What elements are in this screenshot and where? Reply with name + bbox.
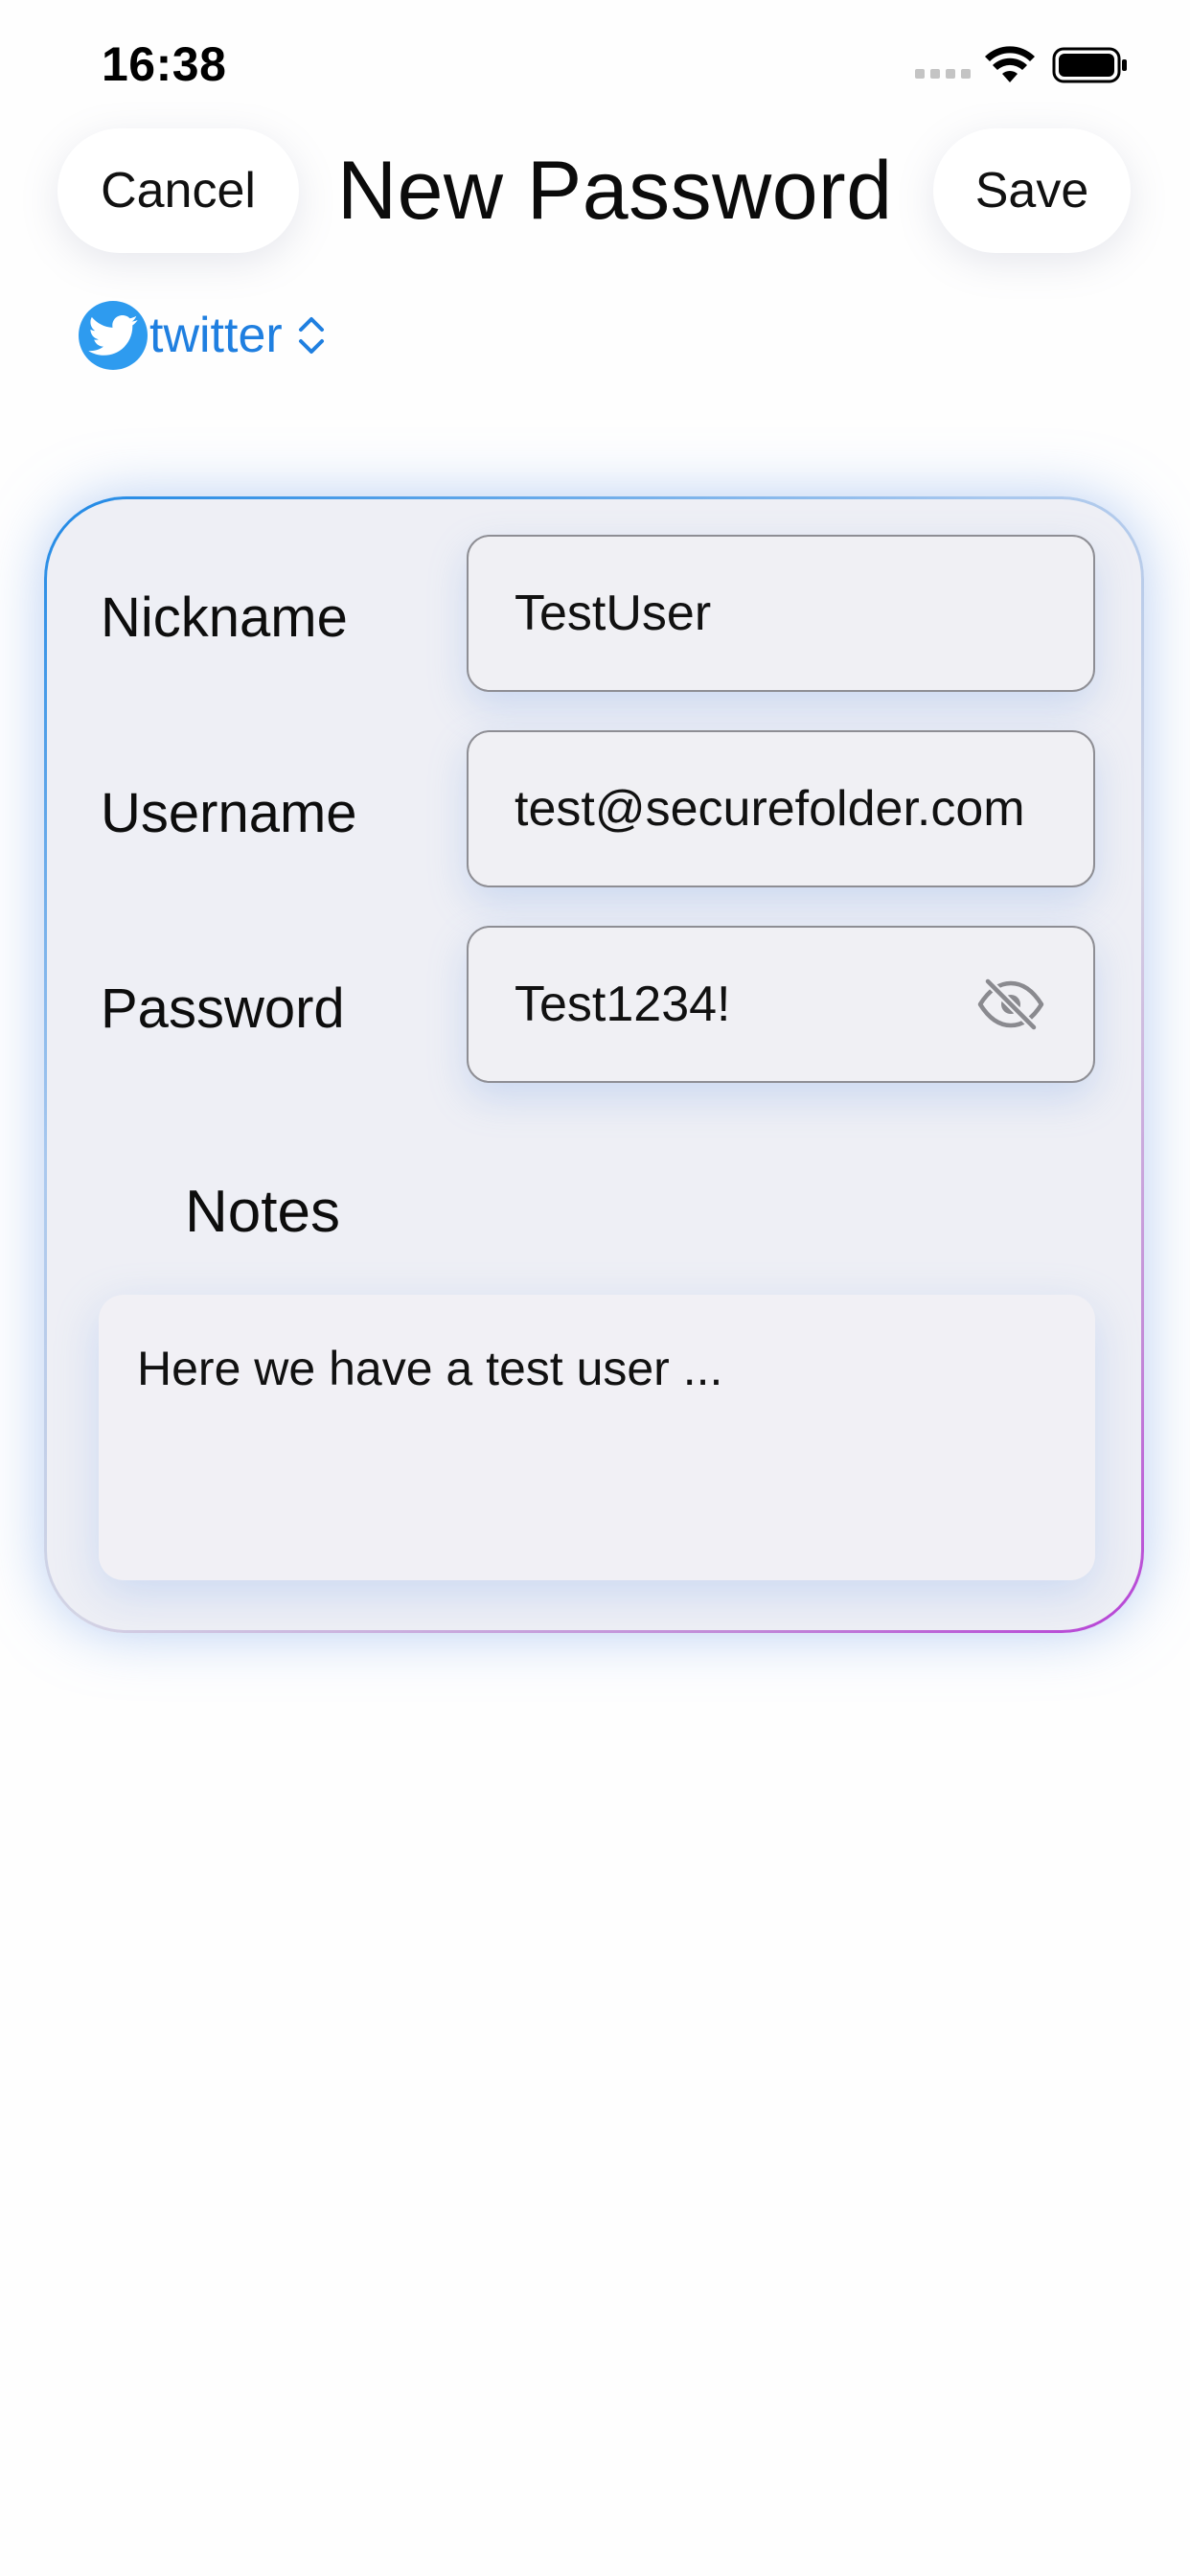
password-form-card-inner: Nickname TestUser Username test@securefo…: [47, 499, 1141, 1630]
status-time: 16:38: [102, 37, 227, 91]
password-label: Password: [101, 978, 345, 1040]
save-button[interactable]: Save: [933, 128, 1131, 253]
battery-icon: [1052, 47, 1127, 83]
chevron-updown-icon: [298, 317, 324, 354]
save-button-label: Save: [974, 163, 1089, 218]
twitter-bird-icon: [79, 301, 148, 370]
username-field[interactable]: test@securefolder.com: [467, 730, 1095, 887]
eye-slash-icon[interactable]: [976, 978, 1045, 1031]
cancel-button[interactable]: Cancel: [57, 128, 299, 253]
nickname-value: TestUser: [515, 586, 712, 641]
account-label: twitter: [149, 308, 283, 363]
notes-value: Here we have a test user ...: [137, 1342, 723, 1395]
account-selector[interactable]: twitter: [79, 299, 327, 372]
page-title: New Password: [337, 145, 893, 237]
status-bar: 16:38: [0, 0, 1190, 125]
password-field[interactable]: Test1234!: [467, 926, 1095, 1083]
wifi-icon: [985, 46, 1035, 82]
notes-label: Notes: [185, 1179, 340, 1245]
cancel-button-label: Cancel: [101, 163, 256, 218]
nickname-field[interactable]: TestUser: [467, 535, 1095, 692]
username-value: test@securefolder.com: [515, 781, 1025, 837]
notes-textarea[interactable]: Here we have a test user ...: [99, 1295, 1095, 1580]
nickname-label: Nickname: [101, 586, 348, 649]
password-form-card: Nickname TestUser Username test@securefo…: [44, 496, 1144, 1633]
username-label: Username: [101, 782, 357, 844]
password-value: Test1234!: [515, 977, 731, 1032]
cellular-signal-icon: [915, 69, 971, 79]
